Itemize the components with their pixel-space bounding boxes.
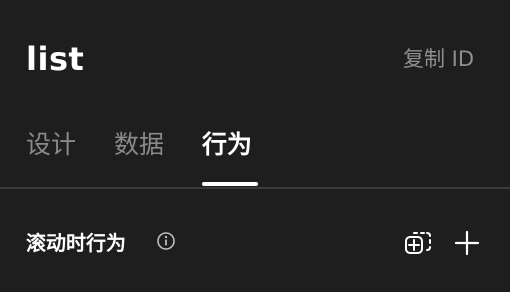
tab-data[interactable]: 数据 (114, 128, 164, 162)
section-label: 滚动时行为 (26, 231, 126, 255)
plus-icon[interactable] (453, 229, 481, 257)
panel-header: list 复制 ID (0, 0, 510, 112)
info-icon[interactable] (156, 231, 176, 251)
component-title: list (26, 40, 85, 78)
tab-bar: 设计 数据 行为 (0, 112, 510, 188)
duplicate-add-icon[interactable] (403, 228, 433, 258)
tab-design[interactable]: 设计 (26, 128, 76, 162)
active-tab-indicator (202, 182, 258, 186)
scroll-behavior-section: 滚动时行为 (0, 189, 510, 292)
copy-id-button[interactable]: 复制 ID (403, 45, 474, 73)
tab-behavior[interactable]: 行为 (202, 128, 252, 162)
